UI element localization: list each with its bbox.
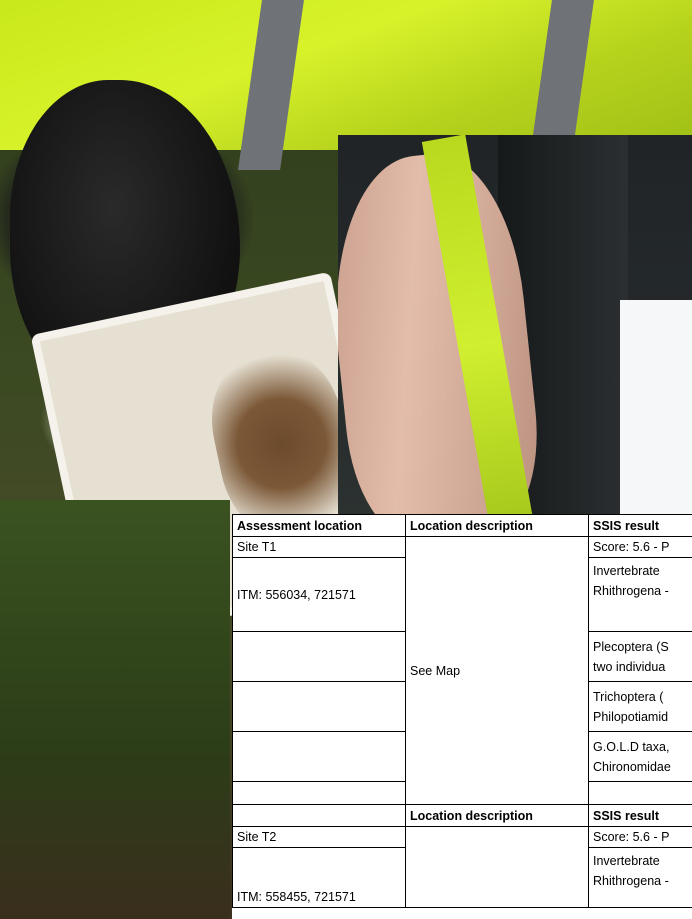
empty-cell: [232, 631, 406, 682]
table-header-row: Assessment location Location description…: [232, 514, 692, 537]
result-line: Rhithrogena -: [593, 874, 669, 888]
ssis-results-table: Assessment location Location description…: [232, 514, 692, 908]
result-line: Philopotiamid: [593, 709, 669, 724]
result-line: two individua: [593, 659, 666, 674]
col-header-location-description: Location description: [405, 804, 589, 827]
grass-area: [0, 500, 230, 919]
table-header-row: Location description SSIS result: [232, 804, 692, 827]
site-itm: ITM: 558455, 721571: [232, 847, 406, 908]
site-name: Site T2: [232, 826, 406, 848]
result-cell: Invertebrate Rhithrogena -: [588, 847, 692, 908]
result-line: Rhithrogena -: [593, 584, 669, 598]
white-card: [620, 300, 692, 515]
empty-cell: [588, 781, 692, 805]
table-row: Site T2 Score: 5.6 - P: [232, 826, 692, 908]
result-line: Invertebrate: [593, 854, 660, 868]
result-cell: Trichoptera ( Philopotiamid: [588, 681, 692, 732]
result-cell: Score: 5.6 - P: [588, 536, 692, 558]
location-description-cell: See Map: [405, 536, 589, 805]
col-header-ssis-result: SSIS result: [588, 514, 692, 537]
result-cell: Invertebrate Rhithrogena -: [588, 557, 692, 632]
result-line: Invertebrate: [593, 564, 660, 578]
empty-cell: [232, 781, 406, 805]
result-line: Plecoptera (S: [593, 639, 669, 654]
result-cell: Score: 5.6 - P: [588, 826, 692, 848]
result-cell: G.O.L.D taxa, Chironomidae: [588, 731, 692, 782]
assessment-table-document: Assessment location Location description…: [232, 514, 692, 919]
result-cell: Plecoptera (S two individua: [588, 631, 692, 682]
result-line: G.O.L.D taxa,: [593, 739, 670, 754]
table-row: Site T1 See Map Score: 5.6 - P: [232, 536, 692, 805]
result-line: Trichoptera (: [593, 689, 664, 704]
site-name: Site T1: [232, 536, 406, 558]
col-header-assessment-location: Assessment location: [232, 514, 406, 537]
col-header-location-description: Location description: [405, 514, 589, 537]
col-header-assessment-location: [232, 804, 406, 827]
empty-cell: [232, 681, 406, 732]
col-header-ssis-result: SSIS result: [588, 804, 692, 827]
result-line: Chironomidae: [593, 759, 671, 774]
inset-photo-arm-holding-card: [338, 135, 692, 515]
site-itm: ITM: 556034, 721571: [232, 557, 406, 632]
location-description-cell: [405, 826, 589, 908]
empty-cell: [232, 731, 406, 782]
